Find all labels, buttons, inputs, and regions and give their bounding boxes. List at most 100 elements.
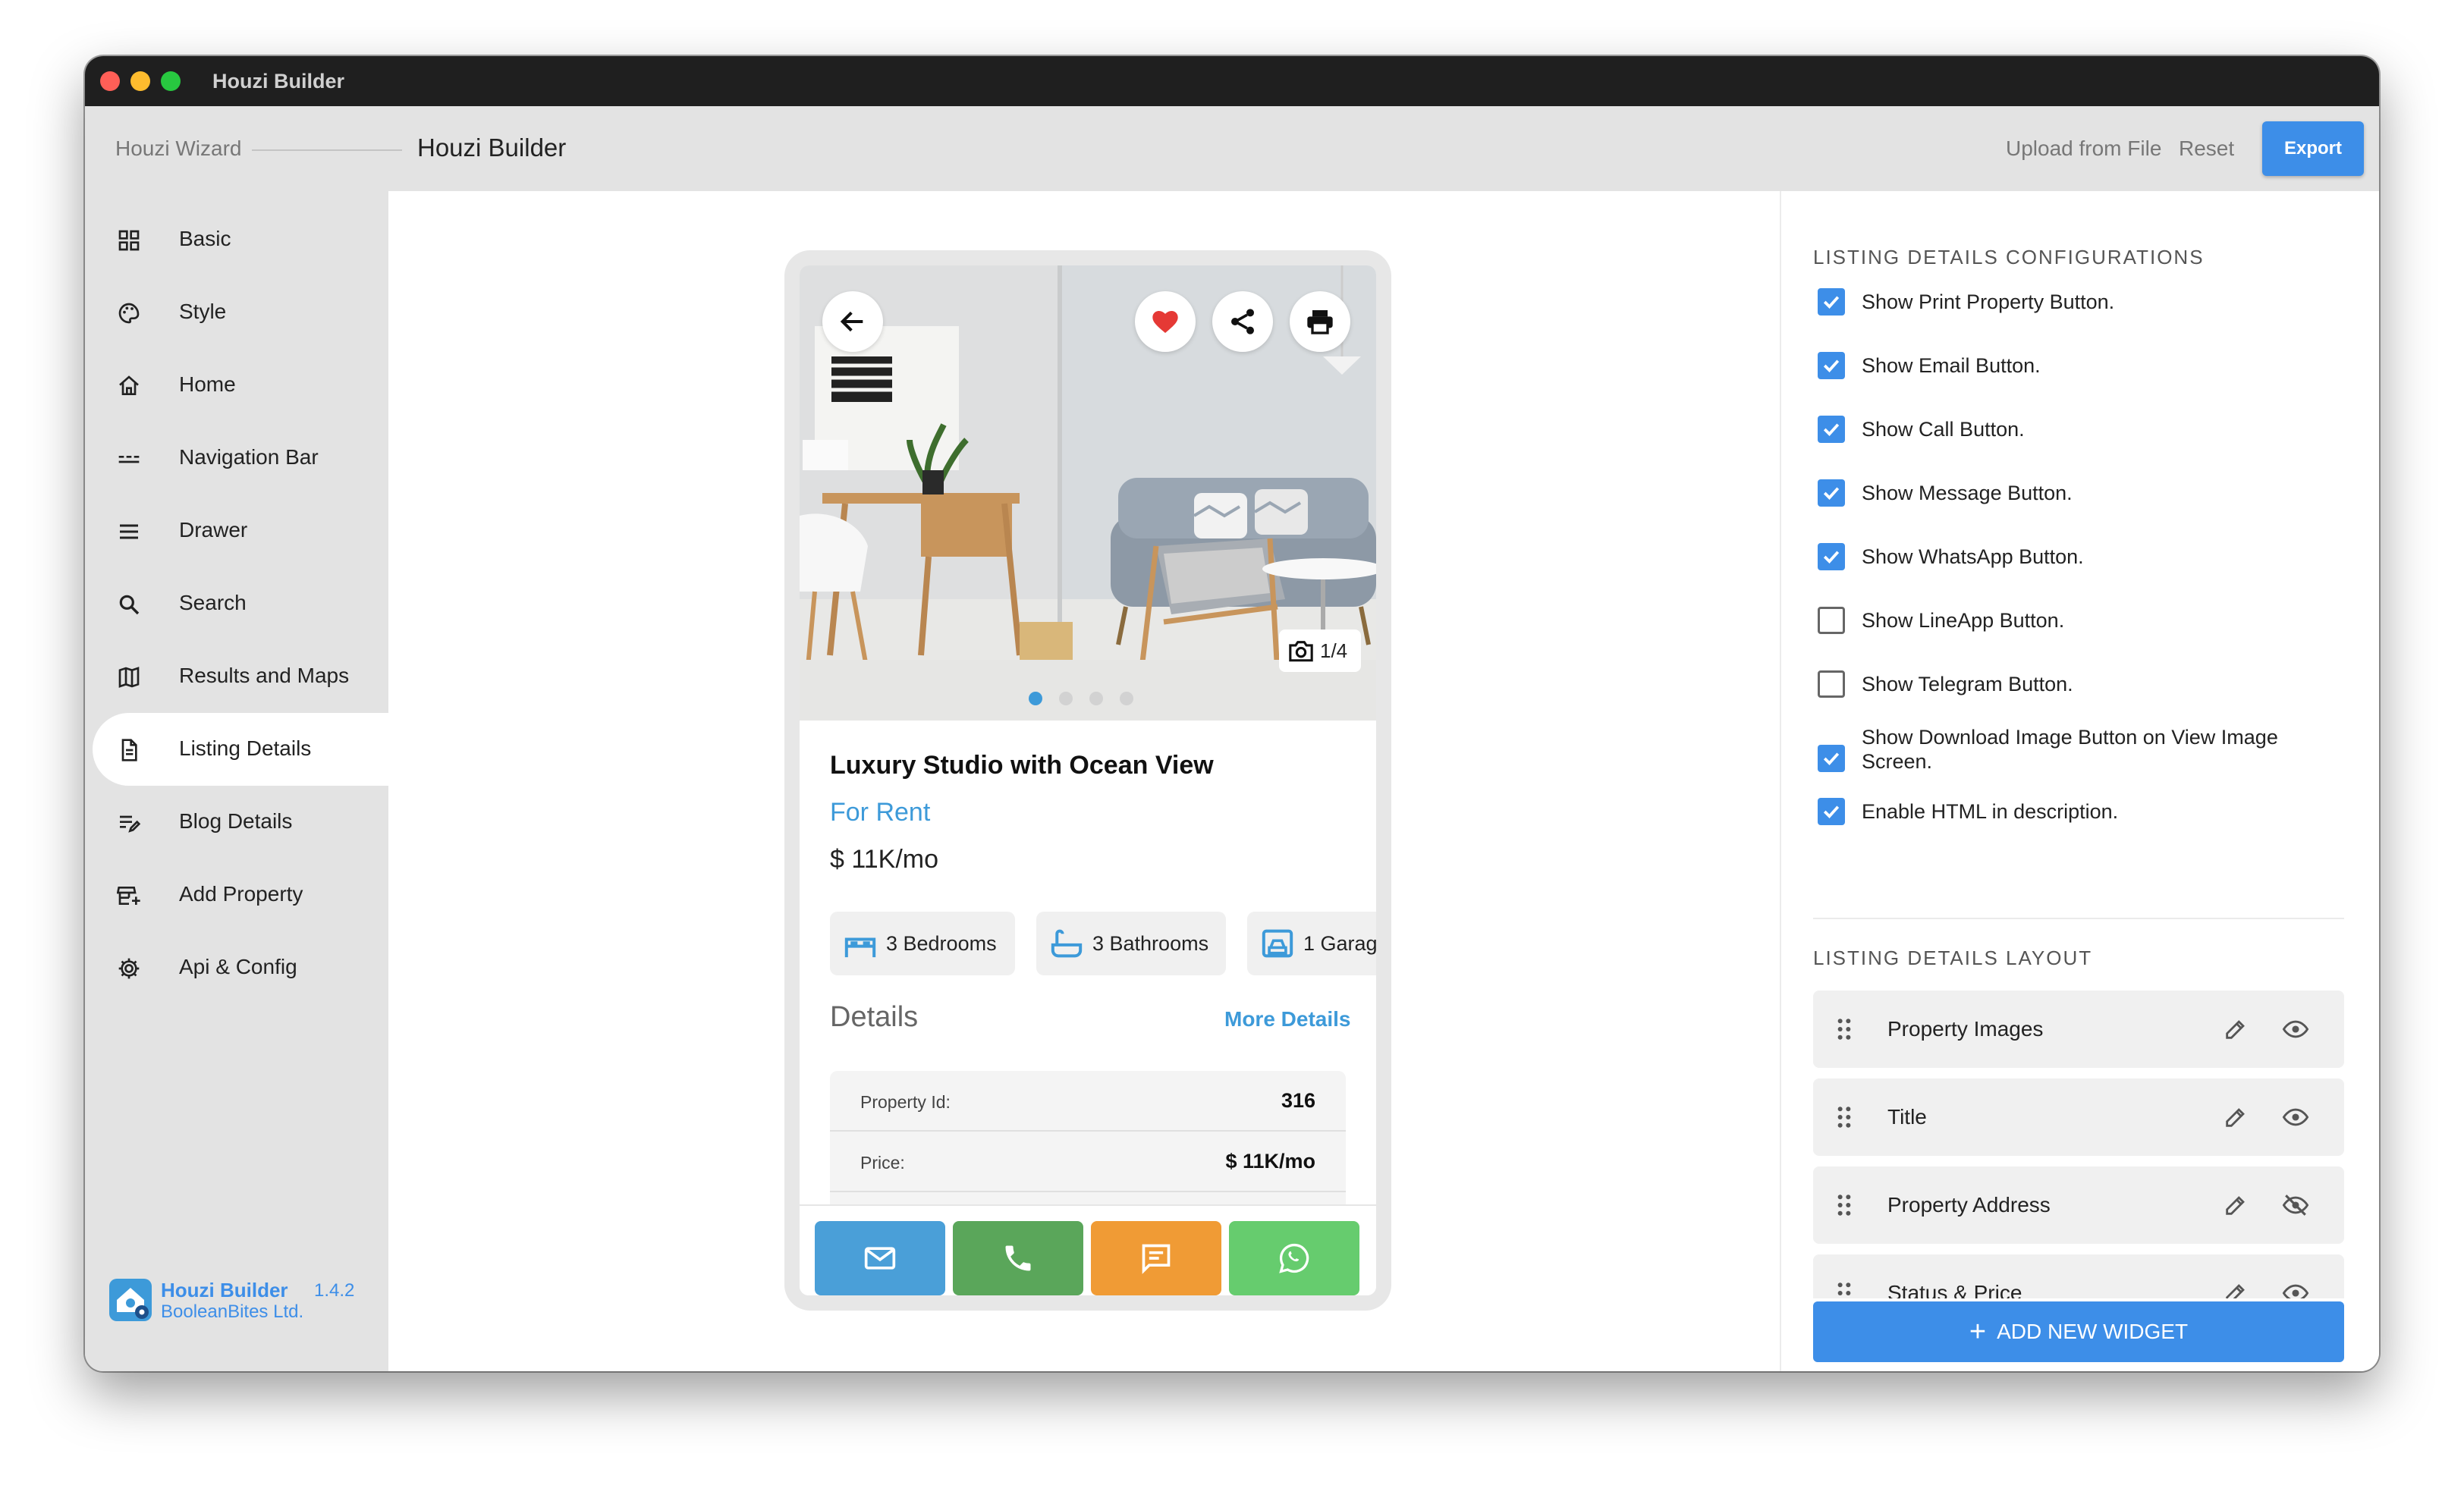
check-icon (1823, 487, 1840, 500)
detail-value: $ 11K/mo (1225, 1150, 1315, 1173)
preview-canvas: 1/4 Luxury Studio with Ocean View For Re… (388, 191, 1780, 1371)
visibility-icon[interactable] (2282, 1104, 2309, 1130)
checkbox-checked[interactable] (1818, 798, 1845, 825)
section-divider (1813, 918, 2344, 919)
carousel-dot[interactable] (1120, 692, 1133, 705)
sidebar-item-listing-details[interactable]: Listing Details (93, 713, 388, 786)
garage-icon (1262, 929, 1293, 958)
carousel-dot-active[interactable] (1029, 692, 1042, 705)
sidebar-item-add-property[interactable]: Add Property (93, 859, 388, 931)
check-icon (1823, 359, 1840, 372)
navigation-bar-icon (118, 456, 140, 463)
layout-widget-row[interactable]: Status & Price (1813, 1254, 2344, 1298)
export-button[interactable]: Export (2262, 121, 2364, 176)
option-label: Show Message Button. (1862, 482, 2073, 504)
option-label: Show Telegram Button. (1862, 673, 2073, 695)
visibility-icon[interactable] (2282, 1016, 2309, 1042)
visibility-off-icon[interactable] (2282, 1192, 2309, 1218)
checkbox-checked[interactable] (1818, 416, 1845, 443)
option-label: Show Download Image Button on View Image… (1862, 726, 2278, 773)
check-icon (1823, 551, 1840, 564)
drag-handle-icon[interactable] (1836, 1106, 1853, 1129)
checkbox-unchecked[interactable] (1818, 607, 1845, 634)
edit-icon[interactable] (2223, 1280, 2249, 1298)
edit-icon[interactable] (2223, 1016, 2249, 1042)
call-button[interactable] (953, 1221, 1083, 1295)
visibility-icon[interactable] (2282, 1280, 2309, 1298)
document-icon (121, 739, 137, 761)
checkbox-checked[interactable] (1818, 288, 1845, 316)
sidebar-item-drawer[interactable]: Drawer (93, 494, 388, 567)
layout-widget-row[interactable]: Title (1813, 1078, 2344, 1156)
edit-icon[interactable] (2223, 1192, 2249, 1218)
sidebar-item-style[interactable]: Style (93, 276, 388, 349)
sidebar-item-results-and-maps[interactable]: Results and Maps (93, 640, 388, 713)
sidebar-item-basic[interactable]: Basic (93, 203, 388, 276)
checkbox-checked[interactable] (1818, 543, 1845, 570)
carousel-dot[interactable] (1089, 692, 1103, 705)
bathtub-icon (1051, 929, 1083, 958)
houzi-logo-icon (109, 1279, 152, 1321)
image-counter-text: 1/4 (1320, 639, 1348, 662)
whatsapp-button[interactable] (1229, 1221, 1359, 1295)
sidebar-item-api-config[interactable]: Api & Config (93, 931, 388, 1004)
drag-handle-icon[interactable] (1836, 1018, 1853, 1041)
detail-row: Property Id: 316 (830, 1071, 1346, 1132)
print-button[interactable] (1290, 291, 1350, 352)
layout-widget-row[interactable]: Property Address (1813, 1166, 2344, 1244)
feature-chip-garage: 1 Garag (1247, 912, 1376, 975)
drag-handle-icon[interactable] (1836, 1282, 1853, 1298)
breadcrumb-root[interactable]: Houzi Wizard (115, 137, 241, 161)
carousel-dot[interactable] (1059, 692, 1073, 705)
option-label: Show WhatsApp Button. (1862, 545, 2084, 568)
brand-name: Houzi Builder (161, 1279, 288, 1301)
configuration-panel: LISTING DETAILS CONFIGURATIONS Show Prin… (1780, 191, 2379, 1371)
add-business-icon (117, 887, 140, 905)
email-button[interactable] (815, 1221, 945, 1295)
checkbox-checked[interactable] (1818, 479, 1845, 507)
favorite-button[interactable] (1135, 291, 1196, 352)
reset-button[interactable]: Reset (2179, 137, 2234, 161)
breadcrumb-divider (252, 149, 402, 151)
back-button[interactable] (822, 291, 883, 352)
sidebar: Basic Style Home Navigation Bar Drawer S… (85, 191, 388, 1371)
sidebar-item-navigation-bar[interactable]: Navigation Bar (93, 422, 388, 494)
configurations-section-title: LISTING DETAILS CONFIGURATIONS (1813, 246, 2205, 268)
sidebar-item-label: Drawer (179, 518, 248, 542)
page-title: Houzi Builder (417, 133, 567, 162)
upload-from-file-button[interactable]: Upload from File (2006, 137, 2161, 161)
checkbox-checked[interactable] (1818, 745, 1845, 772)
more-details-link[interactable]: More Details (1224, 1007, 1351, 1031)
maximize-window-button[interactable] (161, 71, 181, 91)
sidebar-item-blog-details[interactable]: Blog Details (93, 786, 388, 859)
property-status: For Rent (830, 798, 931, 827)
detail-key: Property Id: (860, 1092, 951, 1112)
feature-label: 1 Garag (1303, 932, 1376, 955)
checkbox-unchecked[interactable] (1818, 670, 1845, 698)
sidebar-item-label: Add Property (179, 882, 303, 906)
sidebar-item-label: Results and Maps (179, 664, 350, 687)
palette-icon (118, 303, 140, 324)
close-window-button[interactable] (100, 71, 120, 91)
sidebar-item-search[interactable]: Search (93, 567, 388, 640)
option-label: Show Email Button. (1862, 354, 2041, 377)
print-icon (1307, 310, 1333, 334)
add-new-widget-button[interactable]: + ADD NEW WIDGET (1813, 1301, 2344, 1362)
title-bar: Houzi Builder (85, 56, 2379, 106)
drag-handle-icon[interactable] (1836, 1194, 1853, 1217)
home-icon (119, 375, 139, 395)
message-button[interactable] (1091, 1221, 1221, 1295)
add-new-widget-label: ADD NEW WIDGET (1997, 1320, 2189, 1343)
share-button[interactable] (1212, 291, 1273, 352)
edit-icon[interactable] (2223, 1104, 2249, 1130)
plus-icon: + (1969, 1316, 1987, 1348)
grid-icon (118, 230, 140, 251)
contact-action-bar (800, 1204, 1376, 1295)
minimize-window-button[interactable] (130, 71, 150, 91)
sidebar-item-home[interactable]: Home (93, 349, 388, 422)
property-price: $ 11K/mo (830, 845, 939, 874)
sidebar-item-label: Home (179, 372, 236, 396)
sidebar-item-label: Blog Details (179, 809, 293, 833)
checkbox-checked[interactable] (1818, 352, 1845, 379)
layout-widget-row[interactable]: Property Images (1813, 991, 2344, 1068)
